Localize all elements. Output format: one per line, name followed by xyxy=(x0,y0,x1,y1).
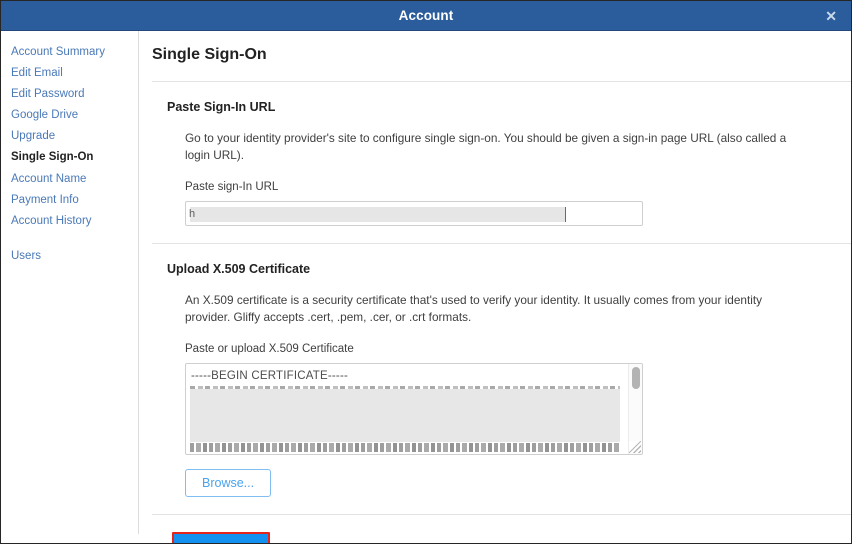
sidebar-item-payment-info[interactable]: Payment Info xyxy=(11,195,138,216)
text-caret xyxy=(565,207,566,222)
label-paste-sign-in-url: Paste sign-In URL xyxy=(152,164,851,195)
sidebar-item-google-drive[interactable]: Google Drive xyxy=(11,110,138,131)
sidebar-item-upgrade[interactable]: Upgrade xyxy=(11,131,138,152)
enable-button[interactable]: Enable xyxy=(172,532,270,544)
certificate-redaction-block xyxy=(190,389,620,442)
close-icon[interactable]: ✕ xyxy=(825,9,837,23)
sidebar: Account Summary Edit Email Edit Password… xyxy=(1,31,138,544)
sidebar-nav-list: Account Summary Edit Email Edit Password… xyxy=(11,47,138,237)
page-title: Single Sign-On xyxy=(139,31,851,64)
sidebar-item-account-summary[interactable]: Account Summary xyxy=(11,47,138,68)
sign-in-url-value-fragment: h xyxy=(189,206,195,222)
dialog-title: Account xyxy=(399,8,454,23)
section-title-sign-in-url: Paste Sign-In URL xyxy=(152,82,851,115)
section-paste-sign-in-url: Paste Sign-In URL Go to your identity pr… xyxy=(139,82,851,226)
sign-in-url-input[interactable]: h xyxy=(185,201,643,226)
sidebar-item-account-name[interactable]: Account Name xyxy=(11,174,138,195)
textarea-resize-handle[interactable] xyxy=(629,441,641,453)
x509-certificate-textarea[interactable]: -----BEGIN CERTIFICATE----- xyxy=(185,363,643,455)
sidebar-item-edit-email[interactable]: Edit Email xyxy=(11,68,138,89)
certificate-redaction-bottom xyxy=(190,443,620,452)
sidebar-item-edit-password[interactable]: Edit Password xyxy=(11,89,138,110)
sign-in-url-redaction xyxy=(190,207,566,222)
label-paste-or-upload-x509: Paste or upload X.509 Certificate xyxy=(152,326,851,357)
dialog-titlebar: Account ✕ xyxy=(1,1,851,31)
main-content: Single Sign-On Paste Sign-In URL Go to y… xyxy=(139,31,851,544)
sidebar-secondary-list: Users xyxy=(11,251,138,272)
textarea-scrollbar-thumb[interactable] xyxy=(632,367,640,389)
account-dialog: Account ✕ Account Summary Edit Email Edi… xyxy=(0,0,852,544)
section-title-x509: Upload X.509 Certificate xyxy=(152,244,851,277)
dialog-body: Account Summary Edit Email Edit Password… xyxy=(1,31,851,544)
footer-actions: Enable Test was successful. Click "Enabl… xyxy=(139,515,851,544)
sidebar-item-single-sign-on[interactable]: Single Sign-On xyxy=(11,152,138,173)
sidebar-group-separator xyxy=(11,237,138,251)
section-upload-x509-certificate: Upload X.509 Certificate An X.509 certif… xyxy=(139,244,851,497)
certificate-begin-line: -----BEGIN CERTIFICATE----- xyxy=(191,370,348,382)
section-description-sign-in-url: Go to your identity provider's site to c… xyxy=(152,115,795,164)
browse-button[interactable]: Browse... xyxy=(185,469,271,497)
section-description-x509: An X.509 certificate is a security certi… xyxy=(152,277,795,326)
sidebar-item-account-history[interactable]: Account History xyxy=(11,216,138,237)
sidebar-item-users[interactable]: Users xyxy=(11,251,138,272)
